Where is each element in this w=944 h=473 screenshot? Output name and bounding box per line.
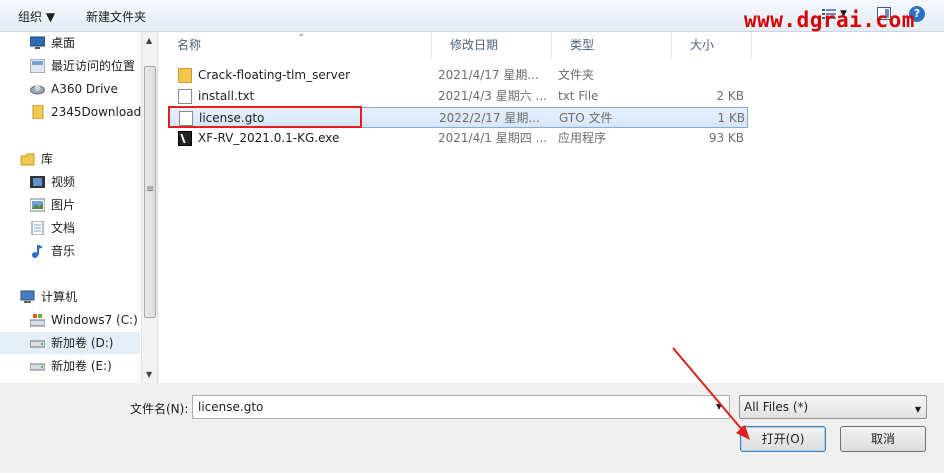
file-type: 应用程序 (558, 131, 607, 145)
column-header-size[interactable]: 大小 (672, 32, 752, 58)
dialog-footer: 文件名(N): license.gto ▼ All Files (*) ▼ 打开… (0, 383, 944, 473)
file-date: 2021/4/17 星期... (438, 68, 539, 82)
text-file-icon (178, 89, 192, 104)
nav-item-a360[interactable]: A360 Drive (0, 78, 140, 100)
nav-item-label: 最近访问的位置 (51, 59, 136, 73)
nav-item-downloads[interactable]: 2345Downloads (0, 101, 147, 123)
column-date-label: 修改日期 (450, 38, 499, 52)
computer-icon (20, 290, 35, 303)
nav-item-videos[interactable]: 视频 (0, 171, 140, 193)
nav-item-libraries[interactable]: 库 (0, 148, 140, 170)
pictures-icon (30, 198, 45, 212)
open-button[interactable]: 打开(O) (740, 426, 826, 452)
scroll-down-icon[interactable]: ▼ (146, 370, 152, 379)
file-type: 文件夹 (558, 68, 595, 82)
file-row[interactable]: install.txt 2021/4/3 星期六 ... txt File 2 … (168, 86, 748, 107)
file-size: 1 KB (717, 111, 745, 125)
desktop-icon (30, 36, 45, 49)
filetype-selected: All Files (*) (744, 400, 809, 414)
nav-item-label: 图片 (51, 198, 76, 212)
nav-scrollbar[interactable]: ▲ ▼ (141, 32, 157, 383)
scroll-up-icon[interactable]: ▲ (146, 36, 152, 45)
a360-drive-icon (30, 85, 45, 95)
nav-item-label: 桌面 (51, 36, 76, 50)
file-type: GTO 文件 (559, 111, 613, 125)
nav-item-label: 计算机 (41, 290, 78, 304)
filetype-select[interactable]: All Files (*) ▼ (739, 395, 927, 419)
file-size: 2 KB (716, 89, 744, 103)
nav-item-pictures[interactable]: 图片 (0, 194, 140, 216)
libraries-icon (20, 153, 35, 166)
file-name: install.txt (198, 89, 255, 103)
scroll-thumb[interactable] (144, 66, 156, 318)
new-folder-button[interactable]: 新建文件夹 (86, 8, 146, 25)
nav-item-label: Windows7 (C:) (51, 313, 138, 327)
file-name: XF-RV_2021.0.1-KG.exe (198, 131, 340, 145)
nav-item-drive-c[interactable]: Windows7 (C:) (0, 309, 140, 331)
file-row[interactable]: XF-RV_2021.0.1-KG.exe 2021/4/1 星期四 ... 应… (168, 128, 748, 149)
nav-item-desktop[interactable]: 桌面 (0, 32, 140, 54)
nav-item-label: 新加卷 (E:) (51, 359, 112, 373)
nav-item-label: 新加卷 (D:) (51, 336, 114, 350)
recent-places-icon (30, 59, 45, 73)
annotation-highlight-box (168, 106, 362, 128)
nav-item-recent[interactable]: 最近访问的位置 (0, 55, 140, 77)
file-size: 93 KB (708, 131, 744, 145)
file-date: 2021/4/1 星期四 ... (438, 131, 547, 145)
file-type: txt File (558, 89, 599, 103)
music-icon (32, 245, 43, 258)
watermark: www.dgrai.com (744, 8, 915, 32)
column-type-label: 类型 (570, 38, 595, 52)
column-header-name[interactable]: 名称 ⌃ (159, 32, 432, 58)
exe-icon (178, 131, 192, 146)
nav-item-label: 文档 (51, 221, 76, 235)
drive-icon (30, 363, 45, 371)
folder-icon (178, 68, 192, 83)
nav-item-label: 库 (41, 152, 54, 166)
organize-button[interactable]: 组织 ▼ (18, 8, 55, 25)
file-date: 2021/4/3 星期六 ... (438, 89, 547, 103)
nav-item-drive-e[interactable]: 新加卷 (E:) (0, 355, 140, 377)
chevron-down-icon: ▼ (914, 405, 921, 414)
nav-item-computer[interactable]: 计算机 (0, 286, 140, 308)
nav-item-music[interactable]: 音乐 (0, 240, 140, 262)
nav-item-drive-d[interactable]: 新加卷 (D:) (0, 332, 140, 354)
sort-ascending-icon: ⌃ (297, 33, 306, 44)
filename-input[interactable]: license.gto (192, 395, 730, 419)
documents-icon (31, 221, 44, 235)
filename-dropdown-icon[interactable]: ▼ (716, 402, 722, 411)
cancel-button[interactable]: 取消 (840, 426, 926, 452)
nav-item-label: 视频 (51, 175, 76, 189)
folder-icon (32, 105, 44, 119)
file-name: Crack-floating-tlm_server (198, 68, 351, 82)
nav-item-label: A360 Drive (51, 82, 118, 96)
file-list: 名称 ⌃ 修改日期 类型 大小 Crack-floating-tlm_serve… (159, 32, 944, 383)
column-header-date[interactable]: 修改日期 (432, 32, 552, 58)
file-row[interactable]: Crack-floating-tlm_server 2021/4/17 星期..… (168, 65, 748, 86)
system-drive-icon (30, 314, 45, 327)
drive-icon (30, 340, 45, 348)
videos-icon (30, 176, 45, 188)
nav-item-label: 音乐 (51, 244, 76, 258)
column-name-label: 名称 (177, 38, 202, 52)
nav-item-label: 2345Downloads (51, 105, 148, 119)
column-size-label: 大小 (690, 38, 715, 52)
column-header-type[interactable]: 类型 (552, 32, 672, 58)
file-date: 2022/2/17 星期... (439, 111, 540, 125)
nav-item-documents[interactable]: 文档 (0, 217, 140, 239)
navigation-pane: 桌面 最近访问的位置 A360 Drive 2345Downloads 库 视频… (0, 32, 158, 383)
filename-label: 文件名(N): (130, 402, 189, 416)
